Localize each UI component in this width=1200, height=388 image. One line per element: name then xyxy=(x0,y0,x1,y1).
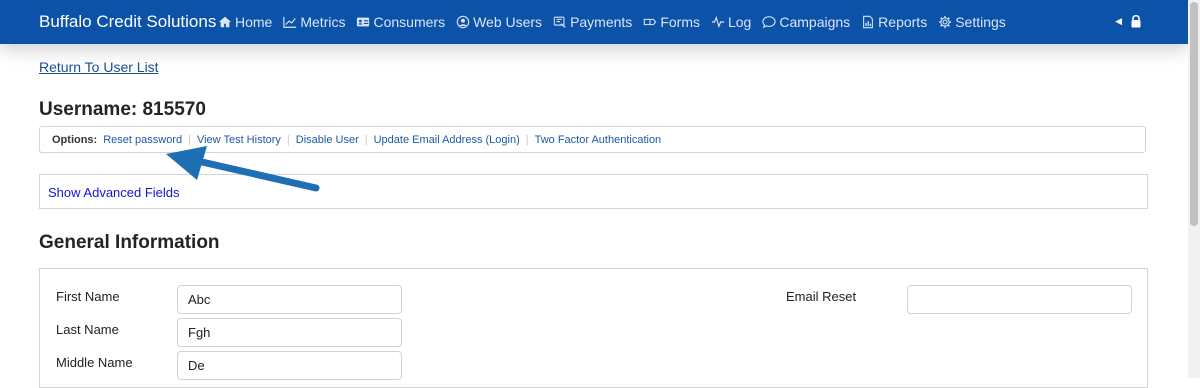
nav-item-label: Forms xyxy=(660,14,700,30)
nav-menu: Home Metrics Consumers Web Users Payment… xyxy=(218,0,1017,44)
view-test-history-link[interactable]: View Test History xyxy=(197,134,281,146)
middle-name-label: Middle Name xyxy=(56,355,133,370)
reset-password-link[interactable]: Reset password xyxy=(103,134,182,146)
general-information-title: General Information xyxy=(39,232,220,253)
nav-item-payments[interactable]: Payments xyxy=(553,14,632,30)
nav-right-tools: ◀ xyxy=(1115,14,1142,28)
activity-icon xyxy=(711,15,725,29)
nav-item-campaigns[interactable]: Campaigns xyxy=(762,14,850,30)
nav-item-settings[interactable]: Settings xyxy=(938,14,1006,30)
chart-line-icon xyxy=(283,16,297,28)
payment-icon xyxy=(553,16,566,28)
nav-item-label: Campaigns xyxy=(779,14,851,30)
nav-item-label: Reports xyxy=(878,14,928,30)
nav-item-home[interactable]: Home xyxy=(218,14,272,30)
scrollbar-thumb[interactable] xyxy=(1190,2,1198,226)
brand-title[interactable]: Buffalo Credit Solutions xyxy=(39,12,216,32)
gear-icon xyxy=(939,15,952,29)
id-card-icon xyxy=(357,17,370,27)
two-factor-authentication-link[interactable]: Two Factor Authentication xyxy=(535,134,662,146)
nav-item-label: Consumers xyxy=(373,14,446,30)
first-name-input[interactable] xyxy=(177,285,402,314)
return-to-user-list-link[interactable]: Return To User List xyxy=(39,59,159,75)
nav-item-reports[interactable]: Reports xyxy=(861,14,927,30)
top-navbar: Buffalo Credit Solutions Home Metrics Co… xyxy=(0,0,1188,44)
first-name-label: First Name xyxy=(56,289,120,304)
nav-item-label: Log xyxy=(727,14,752,30)
show-advanced-fields-link[interactable]: Show Advanced Fields xyxy=(48,185,180,200)
nav-item-label: Web Users xyxy=(473,14,543,30)
page-title: Username: 815570 xyxy=(39,99,206,120)
user-circle-icon xyxy=(456,15,470,29)
update-email-address-link[interactable]: Update Email Address (Login) xyxy=(374,134,520,146)
lock-icon[interactable] xyxy=(1130,14,1142,28)
page-scrollbar[interactable] xyxy=(1188,0,1200,378)
nav-item-label: Settings xyxy=(955,14,1006,30)
nav-item-label: Metrics xyxy=(300,14,346,30)
disable-user-link[interactable]: Disable User xyxy=(296,134,359,146)
email-reset-input[interactable] xyxy=(907,285,1132,314)
advanced-fields-panel: Show Advanced Fields xyxy=(39,174,1148,209)
separator: | xyxy=(525,133,529,146)
options-bar: Options: Reset password | View Test Hist… xyxy=(39,126,1146,153)
separator: | xyxy=(286,133,290,146)
report-icon xyxy=(863,15,874,29)
home-icon xyxy=(218,16,232,28)
forms-icon xyxy=(644,18,657,26)
middle-name-input[interactable] xyxy=(177,351,402,380)
chat-icon xyxy=(762,16,776,29)
nav-item-metrics[interactable]: Metrics xyxy=(283,14,345,30)
separator: | xyxy=(364,133,368,146)
nav-item-forms[interactable]: Forms xyxy=(643,14,700,30)
email-reset-label: Email Reset xyxy=(786,289,857,304)
nav-item-web-users[interactable]: Web Users xyxy=(456,14,542,30)
general-information-panel: First Name Last Name Middle Name Email R… xyxy=(39,268,1148,388)
caret-left-icon[interactable]: ◀ xyxy=(1115,16,1122,27)
last-name-input[interactable] xyxy=(177,318,402,347)
separator: | xyxy=(188,133,191,146)
last-name-label: Last Name xyxy=(56,322,119,337)
nav-item-consumers[interactable]: Consumers xyxy=(356,14,445,30)
nav-item-label: Payments xyxy=(570,14,633,30)
nav-item-label: Home xyxy=(235,14,273,30)
options-label: Options: xyxy=(52,133,98,146)
nav-item-log[interactable]: Log xyxy=(711,14,751,30)
